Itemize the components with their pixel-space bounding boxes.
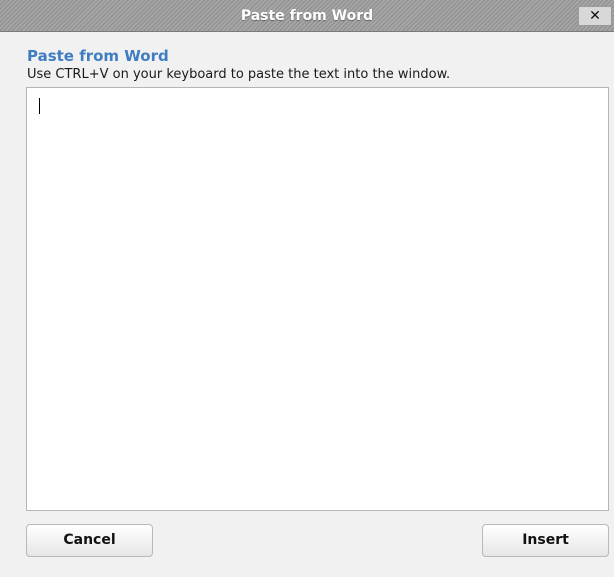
close-button[interactable]: ✕ (578, 6, 612, 26)
cancel-button[interactable]: Cancel (26, 524, 153, 557)
instructions-text: Use CTRL+V on your keyboard to paste the… (27, 67, 451, 82)
dialog-titlebar[interactable]: Paste from Word ✕ (0, 0, 614, 32)
paste-text-area[interactable] (26, 87, 609, 511)
close-icon: ✕ (589, 8, 601, 24)
text-caret (39, 98, 40, 114)
insert-button[interactable]: Insert (482, 524, 609, 557)
dialog-title: Paste from Word (240, 8, 374, 24)
paste-from-word-dialog: Paste from Word ✕ Paste from Word Use CT… (0, 0, 614, 577)
dialog-heading: Paste from Word (27, 47, 169, 65)
